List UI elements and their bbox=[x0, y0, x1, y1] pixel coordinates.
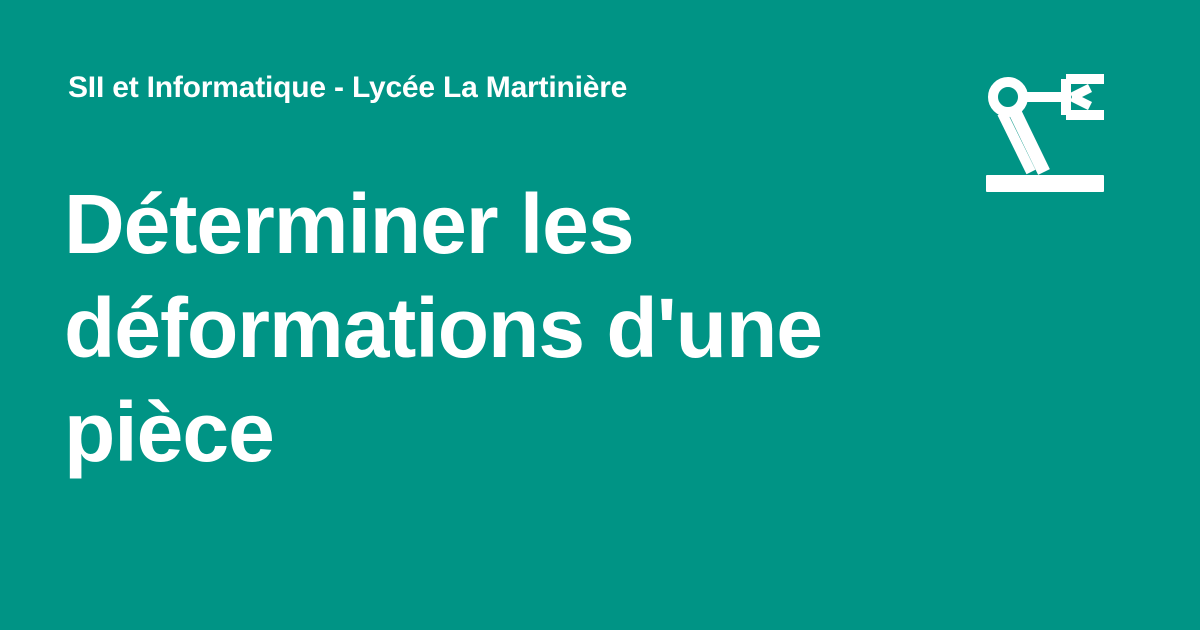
site-name: SII et Informatique - Lycée La Martinièr… bbox=[68, 71, 628, 104]
robot-arm-icon bbox=[980, 64, 1108, 196]
page-title: Déterminer les déformations d'une pièce bbox=[64, 177, 823, 479]
social-card: SII et Informatique - Lycée La Martinièr… bbox=[0, 0, 1200, 630]
